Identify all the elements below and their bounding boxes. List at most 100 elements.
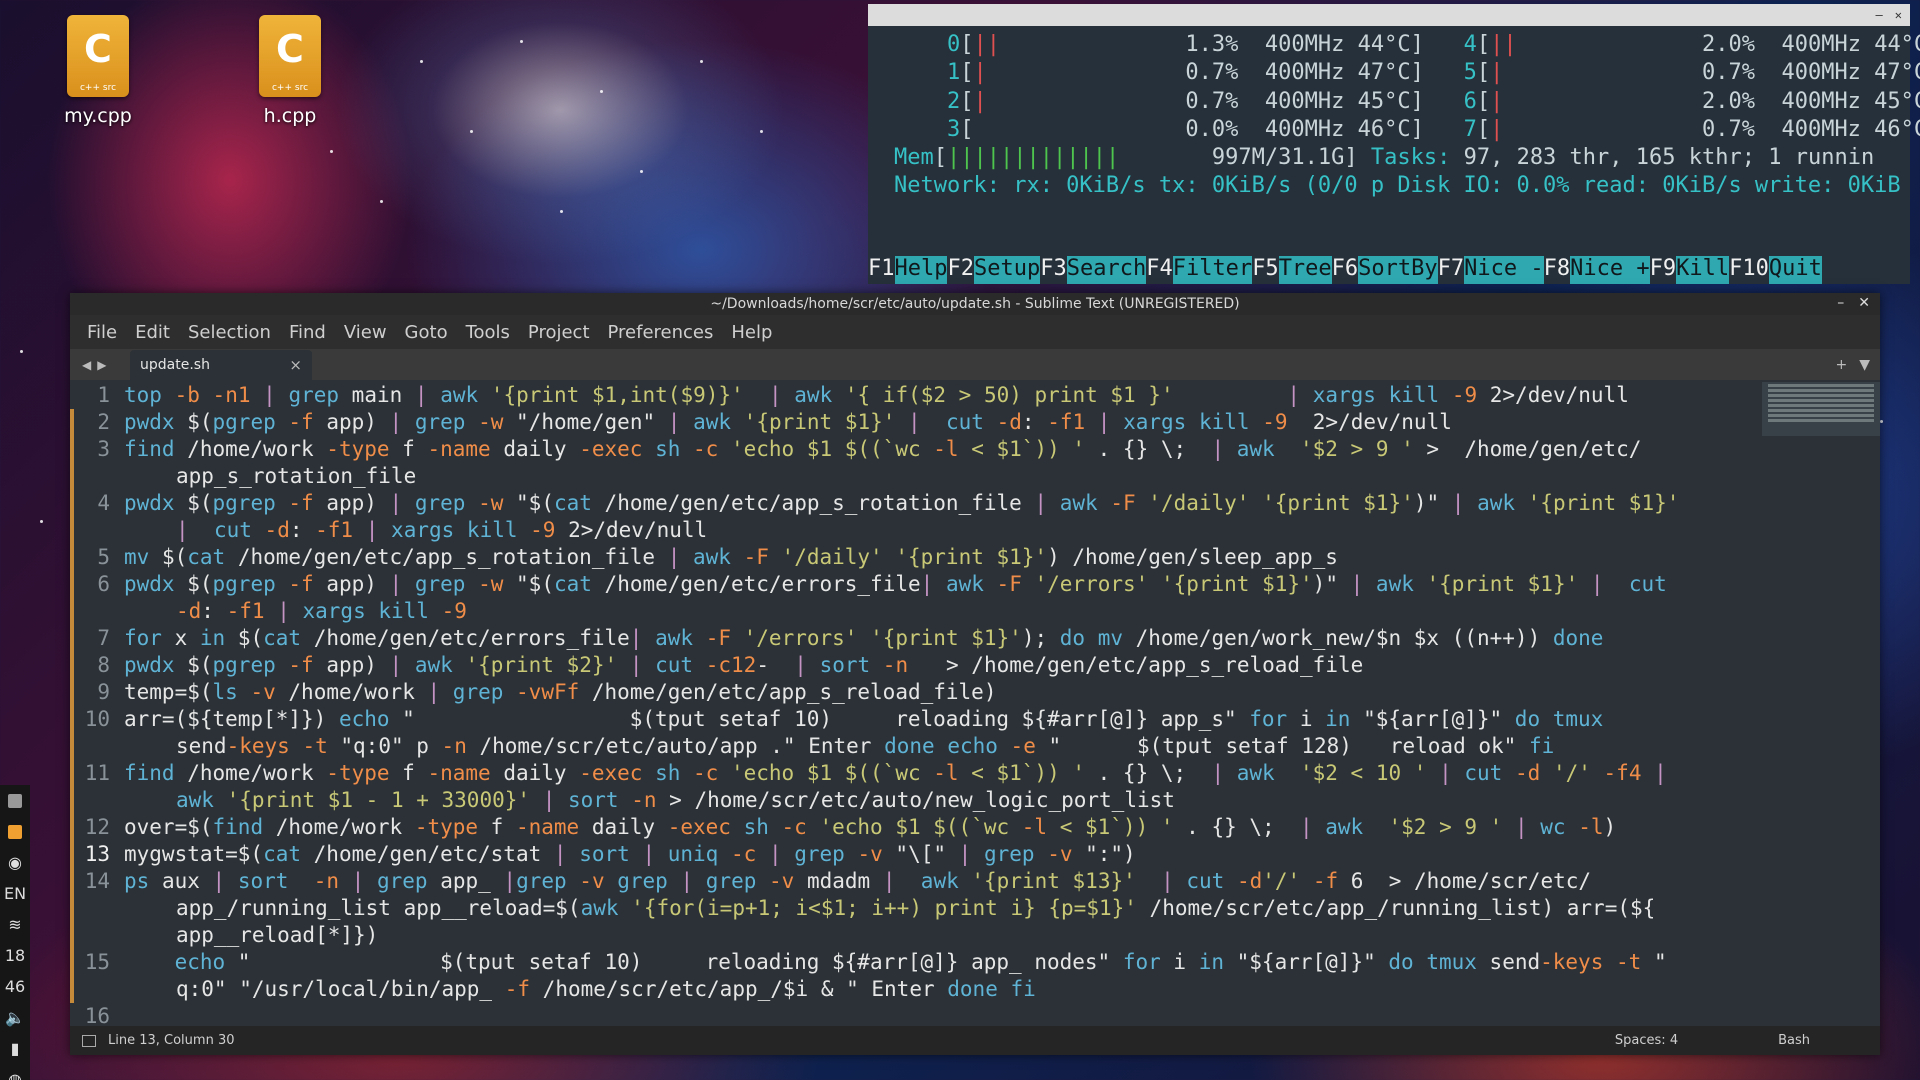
terminal-launcher[interactable] xyxy=(0,785,30,816)
tab-next-icon[interactable]: ▶ xyxy=(97,358,106,372)
code-text: echo " $(tput setaf 10) reloading ${#arr… xyxy=(174,950,1667,1001)
desktop-icon-my-cpp[interactable]: C c++ src my.cpp xyxy=(43,15,153,127)
menu-preferences[interactable]: Preferences xyxy=(599,322,723,343)
code-line[interactable]: 15 echo " $(tput setaf 10) reloading ${#… xyxy=(70,949,1750,1003)
code-line[interactable]: 6 pwdx $(pgrep -f app) | grep -w "$(cat /… xyxy=(70,571,1750,625)
code-editor[interactable]: 1 top -b -n1 | grep main | awk '{print $1… xyxy=(70,382,1880,1026)
menu-file[interactable]: File xyxy=(78,322,126,343)
indentation-setting[interactable]: Spaces: 4 xyxy=(1615,1033,1678,1048)
htop-fkey-f2[interactable]: F2 Setup xyxy=(947,256,1041,284)
menu-view[interactable]: View xyxy=(335,322,396,343)
code-line[interactable]: 9 temp=$(ls -v /home/work | grep -vwFf /h… xyxy=(70,679,1750,706)
fkey-label: Filter xyxy=(1172,256,1253,284)
htop-line: 3[ 0.0% 400MHz 46°C] 7[| 0.7% 400MHz 46°… xyxy=(946,116,1920,142)
menu-project[interactable]: Project xyxy=(519,322,599,343)
code-text: arr=(${temp[*]}) echo " $(tput setaf 10)… xyxy=(124,707,1604,758)
minimize-icon[interactable]: – xyxy=(1837,295,1844,311)
line-number: 8 xyxy=(70,652,124,679)
minimize-icon[interactable]: – xyxy=(1876,8,1883,22)
cursor-position: Line 13, Column 30 xyxy=(108,1033,235,1048)
code-line[interactable]: 12 over=$(find /home/work -type f -name d… xyxy=(70,814,1750,841)
fkey-key: F2 xyxy=(947,256,974,284)
fkey-label: Quit xyxy=(1768,256,1822,284)
fkey-label: Nice + xyxy=(1570,256,1650,284)
code-line[interactable]: 11 find /home/work -type f -name daily -e… xyxy=(70,760,1750,814)
code-lines: 1 top -b -n1 | grep main | awk '{print $1… xyxy=(70,382,1750,1026)
line-number: 12 xyxy=(70,814,124,841)
menu-find[interactable]: Find xyxy=(280,322,335,343)
battery-icon[interactable]: ▮ xyxy=(0,1033,30,1064)
code-line[interactable]: 13 mygwstat=$(cat /home/gen/etc/stat | so… xyxy=(70,841,1750,868)
browser-launcher[interactable]: ◉ xyxy=(0,847,30,878)
minimap[interactable] xyxy=(1762,382,1880,436)
fkey-label: Help xyxy=(894,256,948,284)
power-icon[interactable]: ◍ xyxy=(0,1064,30,1080)
cpp-file-icon: C c++ src xyxy=(67,15,129,97)
volume-icon[interactable]: 🔈 xyxy=(0,1002,30,1033)
code-line[interactable]: 5 mv $(cat /home/gen/etc/app_s_rotation_f… xyxy=(70,544,1750,571)
htop-window[interactable]: – ✕ 0[|| 1.3% 400MHz 44°C] 4[|| 2.0% 400… xyxy=(868,4,1920,284)
fkey-label: Setup xyxy=(973,256,1041,284)
code-text: for x in $(cat /home/gen/etc/errors_file… xyxy=(124,626,1604,650)
tab-close-icon[interactable]: × xyxy=(289,356,302,374)
code-line[interactable]: 1 top -b -n1 | grep main | awk '{print $1… xyxy=(70,382,1750,409)
tab-prev-icon[interactable]: ◀ xyxy=(82,358,91,372)
cpp-file-icon: C c++ src xyxy=(259,15,321,97)
close-icon[interactable]: ✕ xyxy=(1895,8,1902,22)
htop-titlebar: – ✕ xyxy=(868,4,1910,26)
menu-help[interactable]: Help xyxy=(722,322,781,343)
syntax-setting[interactable]: Bash xyxy=(1778,1033,1810,1048)
code-line[interactable]: 10 arr=(${temp[*]}) echo " $(tput setaf 1… xyxy=(70,706,1750,760)
code-text: mv $(cat /home/gen/etc/app_s_rotation_fi… xyxy=(124,545,1338,569)
code-text: pwdx $(pgrep -f app) | awk '{print $2}' … xyxy=(124,653,1364,677)
code-text: mygwstat=$(cat /home/gen/etc/stat | sort… xyxy=(124,842,1136,866)
fkey-key: F5 xyxy=(1252,256,1279,284)
tab-list-icon[interactable]: ▼ xyxy=(1859,357,1870,373)
code-line[interactable]: 3 find /home/work -type f -name daily -ex… xyxy=(70,436,1750,490)
line-number: 15 xyxy=(70,949,124,1003)
code-line[interactable]: 8 pwdx $(pgrep -f app) | awk '{print $2}'… xyxy=(70,652,1750,679)
sublime-launcher[interactable] xyxy=(0,816,30,847)
desktop-icon-h-cpp[interactable]: C c++ src h.cpp xyxy=(235,15,345,127)
htop-fkey-f1[interactable]: F1 Help xyxy=(868,256,948,284)
line-number: 10 xyxy=(70,706,124,760)
line-number: 14 xyxy=(70,868,124,949)
code-line[interactable]: 14 ps aux | sort -n | grep app_ |grep -v … xyxy=(70,868,1750,949)
htop-line: Network: rx: 0KiB/s tx: 0KiB/s (0/0 p Di… xyxy=(894,173,1901,199)
new-tab-icon[interactable]: + xyxy=(1835,357,1847,373)
close-icon[interactable]: ✕ xyxy=(1858,295,1870,311)
code-text: pwdx $(pgrep -f app) | grep -w "$(cat /h… xyxy=(124,572,1667,623)
fkey-label: Search xyxy=(1066,256,1147,284)
fkey-key: F4 xyxy=(1146,256,1173,284)
tab-update-sh[interactable]: update.sh × xyxy=(130,350,312,380)
htop-fkey-f9[interactable]: F9 Kill xyxy=(1649,256,1730,284)
htop-fkey-f5[interactable]: F5 Tree xyxy=(1252,256,1332,284)
line-number: 7 xyxy=(70,625,124,652)
line-number: 3 xyxy=(70,436,124,490)
code-line[interactable]: 4 pwdx $(pgrep -f app) | grep -w "$(cat /… xyxy=(70,490,1750,544)
htop-fkey-f6[interactable]: F6 SortBy xyxy=(1331,256,1438,284)
code-line[interactable]: 2 pwdx $(pgrep -f app) | grep -w "/home/g… xyxy=(70,409,1750,436)
code-line[interactable]: 7 for x in $(cat /home/gen/etc/errors_fil… xyxy=(70,625,1750,652)
fkey-key: F9 xyxy=(1649,256,1677,284)
menu-goto[interactable]: Goto xyxy=(396,322,457,343)
taskbar: ◉ EN ≋ 18 46 🔈 ▮ ◍ xyxy=(0,785,30,1080)
keyboard-layout[interactable]: EN xyxy=(0,878,30,909)
htop-fkey-f7[interactable]: F7 Nice - xyxy=(1437,256,1544,284)
window-title: ~/Downloads/home/scr/etc/auto/update.sh … xyxy=(710,296,1240,312)
code-text: pwdx $(pgrep -f app) | grep -w "$(cat /h… xyxy=(124,491,1680,542)
code-text: pwdx $(pgrep -f app) | grep -w "/home/ge… xyxy=(124,410,1452,434)
menu-tools[interactable]: Tools xyxy=(457,322,519,343)
htop-fkey-f8[interactable]: F8 Nice + xyxy=(1543,256,1650,284)
code-line[interactable]: 16 xyxy=(70,1003,1750,1026)
menu-selection[interactable]: Selection xyxy=(179,322,280,343)
network-icon[interactable]: ≋ xyxy=(0,909,30,940)
menu-edit[interactable]: Edit xyxy=(126,322,179,343)
htop-fkey-f4[interactable]: F4 Filter xyxy=(1146,256,1253,284)
panel-toggle-icon[interactable] xyxy=(82,1034,96,1047)
htop-fkey-f3[interactable]: F3 Search xyxy=(1040,256,1147,284)
tab-label: update.sh xyxy=(140,357,210,373)
fkey-label: Tree xyxy=(1278,256,1332,284)
htop-fkey-f10[interactable]: F10 Quit xyxy=(1729,256,1822,284)
sublime-icon xyxy=(8,824,22,839)
